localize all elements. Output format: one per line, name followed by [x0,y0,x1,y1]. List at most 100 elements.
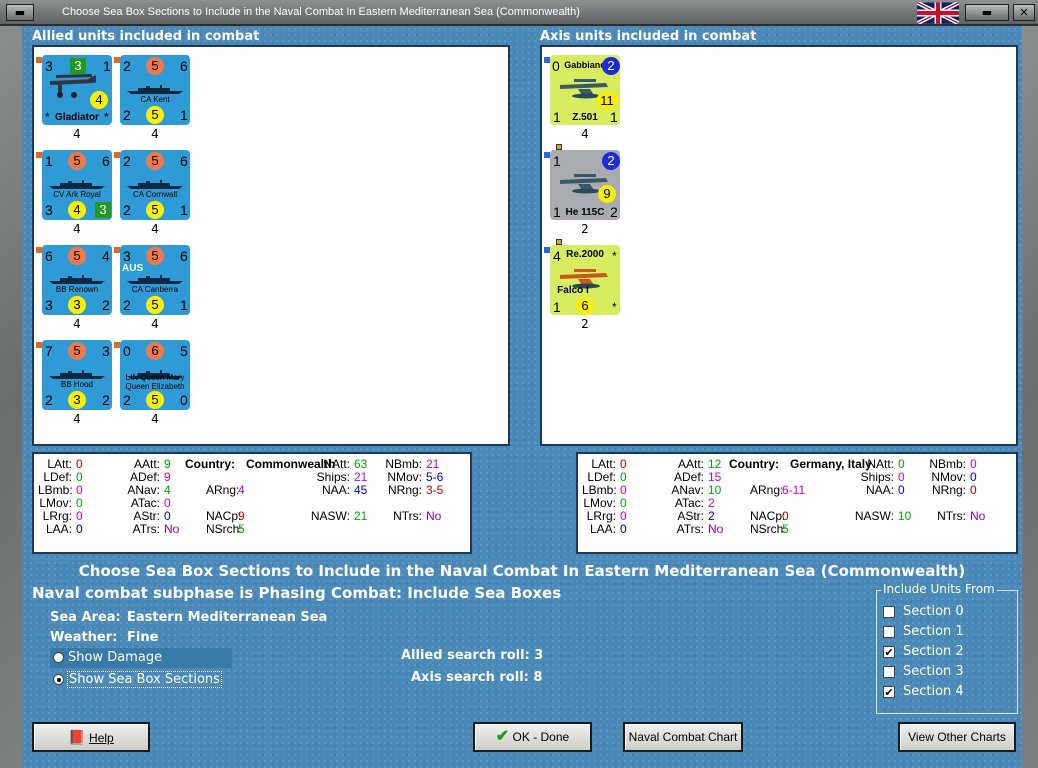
close-icon[interactable]: ✕ [1013,4,1035,21]
defense-circle: 5 [68,247,86,265]
air-value: 1 [553,299,561,315]
unit-count: 2 [581,222,589,236]
unit-name: CA Cornwall [132,190,177,199]
status-marker-icon [544,57,550,63]
unit-cell[interactable]: 0 Gabbiano 2 11 1 Z.501 1 4 [544,55,650,150]
stat-value: 21 [426,457,440,471]
star-mark: * [612,300,617,314]
attack-value: 1 [45,153,53,169]
include-section-1-checkbox[interactable]: Section 1 [883,623,964,641]
unit-counter[interactable]: 1 2 9 1 He 115C 2 [550,150,620,220]
stat-value: 0 [76,509,83,523]
stat-value: 0 [76,483,83,497]
unit-cell[interactable]: 2 5 6 2 5 1 CA Kent 4 [114,55,220,150]
stat-value: 0 [164,509,171,523]
stat-label: AStr: [677,509,704,523]
status-marker-icon [114,152,120,158]
stat-value: 0 [898,457,905,471]
stat-label: LDef: [43,470,72,484]
shore-circle: 5 [146,391,164,409]
unit-count: 4 [73,317,81,331]
unit-cell[interactable]: 2 5 6 2 5 1 CA Cornwall 4 [114,150,220,245]
stat-value: 0 [620,483,627,497]
show-damage-radio[interactable]: Show Damage [50,648,232,668]
show-sea-box-sections-radio[interactable]: Show Sea Box Sections [50,670,230,690]
unit-cell[interactable]: 1 2 9 1 He 115C 2 2 [544,144,650,245]
stat-label: ADef: [673,470,704,484]
stat-label: NAA: [321,483,350,497]
view-other-charts-button[interactable]: View Other Charts [898,722,1016,752]
defense-circle: 5 [68,152,86,170]
unit-count: 4 [581,127,589,141]
checkbox-label: Section 0 [903,604,964,619]
range-value: 1 [180,297,188,313]
speed-value: 4 [102,248,110,264]
include-section-2-checkbox[interactable]: ✔ Section 2 [883,643,964,661]
stat-label: NAA: [865,483,894,497]
unit-cell[interactable]: 3 5 6 2 5 1 CA Canberra AUS 4 [114,245,220,340]
unit-count: 2 [581,317,589,331]
range-value: 1 [180,107,188,123]
stat-value: 63 [354,457,368,471]
include-section-4-checkbox[interactable]: ✔ Section 4 [883,683,964,701]
unit-counter[interactable]: 4 Re.2000 * Falco I 1 6 * [550,245,620,315]
stat-value: 45 [354,483,368,497]
aa-value: 2 [123,297,131,313]
stat-value: 0 [620,496,627,510]
stat-label: NMov: [387,470,422,484]
status-marker-icon [36,247,42,253]
unit-cell[interactable]: 0 6 5 2 5 0 LIN Queen Mary Queen Elizabeth 4 [114,340,220,435]
checkbox-label: Section 3 [903,664,964,679]
stat-value: 0 [620,457,627,471]
checkbox-icon: ✔ [883,686,895,699]
stat-value: 3-5 [426,483,444,497]
speed-value: 3 [102,343,110,359]
unit-counter[interactable]: 0 Gabbiano 2 11 1 Z.501 1 [550,55,620,125]
unit-name: LIN Queen Mary [125,373,185,382]
stat-label: NSrch: [750,522,787,536]
radio-selected-icon [53,674,64,685]
unit-counter[interactable]: 3 5 6 2 5 1 CA Canberra AUS [120,245,190,315]
stat-label: AAtt: [677,457,704,471]
stat-value: 0 [970,457,977,471]
speed-value: 6 [180,153,188,169]
unit-counter[interactable]: 7 5 3 2 3 2 BB Hood [42,340,112,410]
defense-circle: 6 [146,342,164,360]
restore-icon[interactable]: ▬ [965,4,1009,21]
unit-name: BB Renown [55,285,99,294]
air-defense-circle: 2 [602,152,620,170]
unit-count: 4 [151,412,159,426]
unit-counter[interactable]: 6 5 4 3 3 2 BB Renown [42,245,112,315]
speed-value: 5 [180,343,188,359]
minimize-icon[interactable]: ▬ [6,4,34,21]
unit-cell[interactable]: 4 Re.2000 * Falco I 1 6 * 2 [544,239,650,340]
include-section-3-checkbox[interactable]: Section 3 [883,663,964,681]
unit-counter[interactable]: 1 5 6 3 4 3 CV Ark Royal [42,150,112,220]
unit-name: Re.2000 [566,249,604,260]
axis-units-panel[interactable]: 0 Gabbiano 2 11 1 Z.501 1 4 1 2 9 1 He 115C 2 2 4 Re.200… [540,45,1018,446]
left-frame [0,26,22,768]
axis-heading: Axis units included in combat [540,29,757,44]
warship-silhouette-icon [49,275,105,284]
stat-value: No [708,522,724,536]
stat-value: 5-6 [426,470,444,484]
stat-value: No [970,509,986,523]
naval-combat-chart-button[interactable]: Naval Combat Chart [623,722,743,752]
unit-count: 4 [73,127,81,141]
allied-units-panel[interactable]: 3 3 1 4 Gladiator * * 4 2 5 6 2 5 1 CA Kent 4 1 5 6 3 4 3 CV A… [32,45,510,446]
unit-counter[interactable]: 0 6 5 2 5 0 LIN Queen Mary Queen Elizabeth [120,340,190,410]
stat-label: LMov: [583,496,616,510]
help-button[interactable]: 📕 Help [32,722,150,752]
unit-counter[interactable]: 2 5 6 2 5 1 CA Kent [120,55,190,125]
defense-circle: 5 [68,342,86,360]
attack-value: 7 [45,343,53,359]
stat-label: LMov: [39,496,72,510]
shore-circle: 3 [68,296,86,314]
unit-name: CA Canberra [131,285,179,294]
ok-done-button[interactable]: ✔ OK - Done [473,722,592,752]
include-section-0-checkbox[interactable]: Section 0 [883,603,964,621]
unit-counter[interactable]: 2 5 6 2 5 1 CA Cornwall [120,150,190,220]
unit-counter[interactable]: 3 3 1 4 Gladiator * * [42,55,112,125]
stat-label: ATac: [130,496,160,510]
stat-value: 4 [238,483,245,497]
